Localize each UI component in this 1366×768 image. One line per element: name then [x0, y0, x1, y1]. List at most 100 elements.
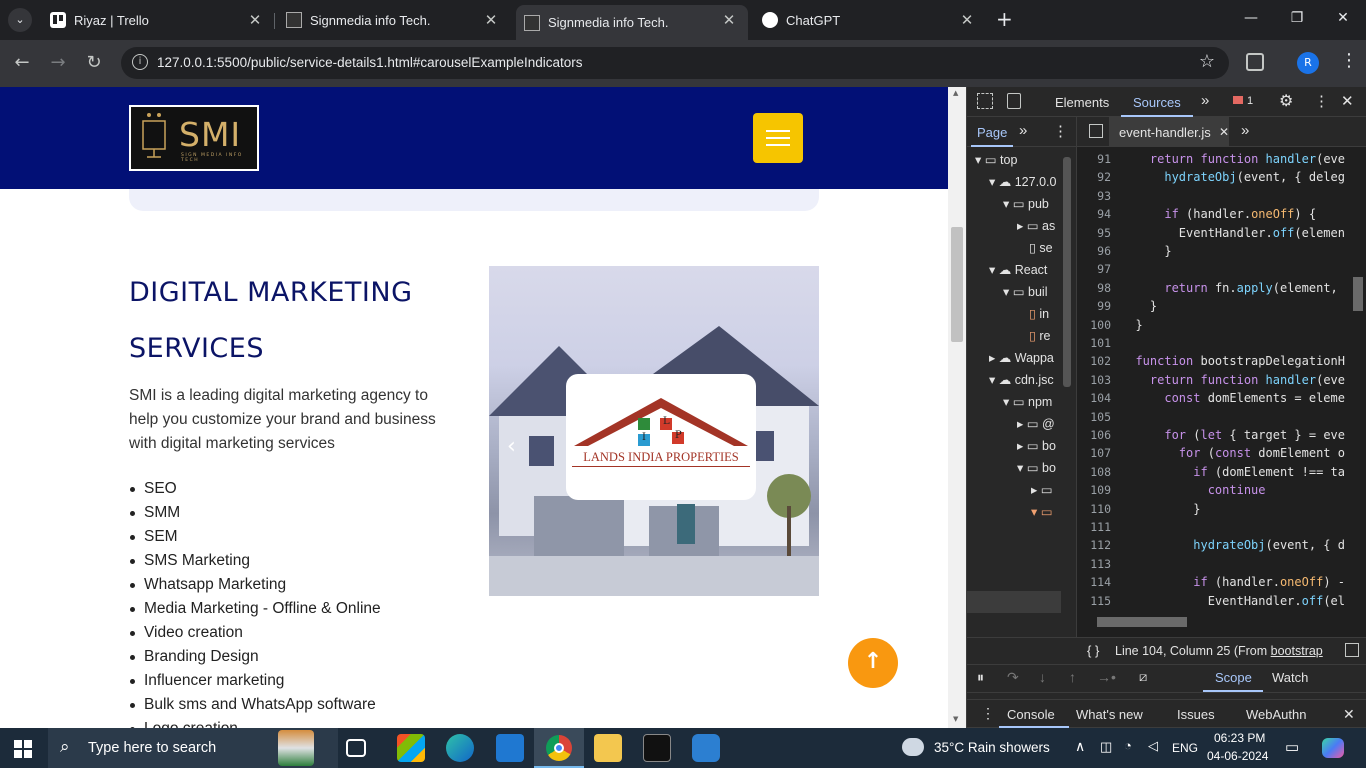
tree-item[interactable]: ▸ ▭ as — [1017, 218, 1055, 233]
issues-badge[interactable]: 1 — [1233, 95, 1253, 107]
line-number[interactable]: 94 — [1077, 205, 1111, 223]
line-number[interactable]: 92 — [1077, 168, 1111, 186]
volume-icon[interactable]: ◁ — [1148, 738, 1158, 754]
language-indicator[interactable]: ENG — [1172, 741, 1198, 755]
tab-page[interactable]: Page — [977, 125, 1007, 140]
tree-item[interactable]: ▾ ☁ cdn.jsc — [989, 372, 1054, 387]
pause-icon[interactable]: ⏸ — [977, 669, 984, 686]
device-toolbar-icon[interactable] — [1007, 93, 1021, 109]
line-number[interactable]: 112 — [1077, 536, 1111, 554]
scroll-down-arrow-icon[interactable]: ▼ — [953, 715, 958, 723]
site-info-icon[interactable]: i — [132, 54, 148, 70]
tab-trello[interactable]: Riyaz | Trello ✕ — [42, 5, 274, 35]
reload-icon[interactable]: ↻ — [82, 52, 106, 73]
tree-folder-icon[interactable]: ▸ ▭ — [1031, 482, 1053, 497]
tab-chatgpt[interactable]: ChatGPT ✕ — [754, 5, 986, 35]
more-tabs-icon[interactable]: » — [1019, 122, 1027, 139]
tree-scrollbar[interactable] — [1063, 157, 1071, 387]
browser-menu-icon[interactable]: ⋮ — [1340, 50, 1358, 71]
line-number[interactable]: 93 — [1077, 187, 1111, 205]
carousel[interactable]: ‹ L I P LANDS INDIA PROPERTIES — [489, 266, 819, 596]
windows-start-icon[interactable] — [14, 740, 32, 758]
toggle-navigator-icon[interactable] — [1089, 124, 1103, 138]
line-number[interactable]: 91 — [1077, 150, 1111, 168]
tab-issues[interactable]: Issues — [1177, 707, 1215, 722]
close-icon[interactable]: ✕ — [720, 11, 738, 29]
devtools-menu-icon[interactable]: ⋮ — [1314, 92, 1329, 110]
source-link[interactable]: bootstrap — [1271, 644, 1323, 658]
line-number[interactable]: 100 — [1077, 316, 1111, 334]
tab-search-button[interactable]: ⌄ — [8, 8, 32, 32]
notification-icon[interactable]: ▭ — [1285, 738, 1299, 756]
scroll-up-arrow-icon[interactable]: ▲ — [953, 89, 958, 97]
tree-item[interactable]: ▾ ▭ top — [975, 152, 1017, 167]
tab-webauthn[interactable]: WebAuthn — [1246, 707, 1306, 722]
tab-elements[interactable]: Elements — [1055, 95, 1109, 110]
tree-item[interactable]: ▾ ☁ React — [989, 262, 1047, 277]
close-icon[interactable]: ✕ — [482, 11, 500, 29]
address-bar[interactable]: i 127.0.0.1:5500/public/service-details1… — [121, 47, 1229, 79]
page-scrollbar[interactable]: ▲ ▼ — [948, 87, 966, 728]
tree-item[interactable]: ▸ ☁ Wappa — [989, 350, 1054, 365]
tree-item[interactable]: ▸ ▭ @ — [1017, 416, 1055, 431]
terminal-icon[interactable] — [643, 734, 671, 762]
navigator-menu-icon[interactable]: ⋮ — [1053, 122, 1068, 140]
forward-icon[interactable]: → — [46, 52, 70, 73]
minimize-icon[interactable]: — — [1236, 10, 1266, 26]
editor-scrollbar-thumb[interactable] — [1353, 277, 1363, 311]
panel-toggle-icon[interactable] — [1345, 643, 1359, 657]
line-number[interactable]: 96 — [1077, 242, 1111, 260]
drawer-close-icon[interactable]: ✕ — [1343, 706, 1355, 723]
line-number[interactable]: 110 — [1077, 500, 1111, 518]
line-number[interactable]: 111 — [1077, 518, 1111, 536]
inspect-icon[interactable] — [977, 93, 993, 109]
close-icon[interactable]: ✕ — [246, 11, 264, 29]
step-into-icon[interactable]: ↓ — [1039, 669, 1046, 685]
tab-signmedia-2-active[interactable]: Signmedia info Tech. ✕ — [516, 5, 748, 40]
file-explorer-icon[interactable] — [594, 734, 622, 762]
line-number[interactable]: 103 — [1077, 371, 1111, 389]
clock-date[interactable]: 04-06-2024 — [1207, 749, 1268, 763]
weather-text[interactable]: 35°C Rain showers — [934, 740, 1050, 755]
pretty-print-icon[interactable]: { } — [1087, 643, 1099, 658]
line-number[interactable]: 99 — [1077, 297, 1111, 315]
extensions-icon[interactable] — [1246, 53, 1264, 71]
weather-icon[interactable] — [902, 738, 924, 756]
tab-console[interactable]: Console — [1007, 707, 1055, 722]
tree-item[interactable]: ▾ ▭ buil — [1003, 284, 1048, 299]
tab-signmedia-1[interactable]: Signmedia info Tech. ✕ — [278, 5, 510, 35]
tab-sources[interactable]: Sources — [1133, 95, 1181, 110]
line-number[interactable]: 104 — [1077, 389, 1111, 407]
line-number[interactable]: 97 — [1077, 260, 1111, 278]
line-number[interactable]: 109 — [1077, 481, 1111, 499]
scrollbar-thumb[interactable] — [951, 227, 963, 342]
step-out-icon[interactable]: ↑ — [1069, 669, 1076, 685]
taskbar-search[interactable]: ⌕ Type here to search — [48, 728, 338, 768]
scroll-to-top-button[interactable]: ↑ — [848, 638, 898, 688]
site-logo[interactable]: SMI SIGN MEDIA INFO TECH — [129, 105, 259, 171]
line-number[interactable]: 101 — [1077, 334, 1111, 352]
line-number[interactable]: 95 — [1077, 224, 1111, 242]
more-tabs-icon[interactable]: » — [1201, 92, 1209, 109]
line-number[interactable]: 107 — [1077, 444, 1111, 462]
drawer-menu-icon[interactable]: ⋮ — [981, 705, 995, 722]
chrome-taskbar-button[interactable] — [534, 728, 584, 768]
network-icon[interactable]: ◔ — [1124, 738, 1132, 753]
line-number[interactable]: 113 — [1077, 555, 1111, 573]
tray-chevron-icon[interactable]: ∧ — [1075, 738, 1085, 755]
bookmark-star-icon[interactable]: ☆ — [1199, 51, 1215, 72]
edge-icon[interactable] — [446, 734, 474, 762]
restore-icon[interactable]: ❐ — [1282, 10, 1312, 26]
vscode-icon[interactable] — [692, 734, 720, 762]
tab-whats-new[interactable]: What's new — [1076, 707, 1143, 722]
tree-item[interactable]: ▯ re — [1029, 328, 1050, 343]
line-number[interactable]: 115 — [1077, 592, 1111, 610]
tree-item[interactable]: ▾ ▭ bo — [1017, 460, 1056, 475]
line-number[interactable]: 98 — [1077, 279, 1111, 297]
close-icon[interactable]: ✕ — [958, 11, 976, 29]
clock-time[interactable]: 06:23 PM — [1214, 731, 1265, 745]
step-icon[interactable]: →• — [1097, 669, 1116, 685]
file-tab[interactable]: event-handler.js — [1109, 117, 1229, 147]
profile-avatar[interactable]: R — [1297, 52, 1319, 74]
carousel-prev-icon[interactable]: ‹ — [507, 434, 516, 459]
